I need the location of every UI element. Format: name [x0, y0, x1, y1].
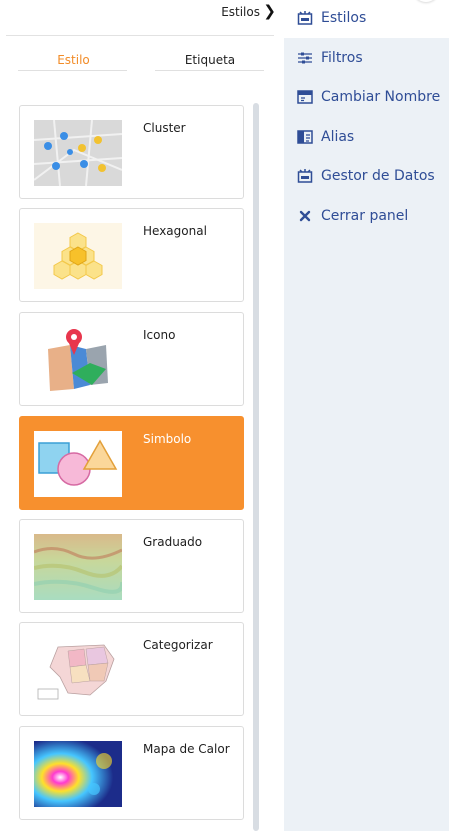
scrollbar[interactable] — [253, 103, 259, 831]
categorizar-thumbnail — [34, 637, 122, 703]
style-card-label: Simbolo — [143, 432, 192, 446]
menu-item-label: Gestor de Datos — [321, 168, 435, 184]
menu-item-label: Cerrar panel — [321, 208, 409, 224]
menu-item-gestor-de-datos[interactable]: Gestor de Datos — [297, 166, 435, 186]
style-card-cluster[interactable]: Cluster — [19, 105, 244, 199]
menu-item-label: Estilos — [321, 10, 367, 26]
menu-item-alias[interactable]: Alias — [297, 127, 354, 147]
icono-thumbnail — [34, 327, 122, 393]
tab-estilo-underline — [18, 70, 127, 71]
palette-icon — [297, 10, 313, 26]
close-icon — [297, 208, 313, 224]
tab-etiqueta[interactable]: Etiqueta — [156, 53, 264, 71]
menu-item-filtros[interactable]: Filtros — [297, 48, 363, 68]
simbolo-thumbnail — [34, 431, 122, 497]
breadcrumb-estilos[interactable]: Estilos — [221, 5, 260, 19]
chevron-right-icon[interactable]: ❯ — [263, 2, 276, 20]
style-card-categorizar[interactable]: Categorizar — [19, 622, 244, 716]
side-menu — [284, 0, 449, 831]
header-divider — [6, 35, 274, 36]
menu-item-estilos[interactable]: Estilos — [297, 8, 366, 28]
style-card-mapa-de-calor[interactable]: Mapa de Calor — [19, 726, 244, 820]
cluster-thumbnail — [34, 120, 122, 186]
styles-panel: Estilos ❯ Estilo Etiqueta Cluster Hexago… — [0, 0, 284, 831]
menu-item-label: Filtros — [321, 50, 363, 66]
menu-item-cerrar-panel[interactable]: Cerrar panel — [297, 206, 408, 226]
style-card-label: Icono — [143, 328, 176, 342]
style-card-label: Categorizar — [143, 638, 213, 652]
mapa-de-calor-thumbnail — [34, 741, 122, 807]
style-card-icono[interactable]: Icono — [19, 312, 244, 406]
graduado-thumbnail — [34, 534, 122, 600]
menu-item-cambiar-nombre[interactable]: Cambiar Nombre — [297, 87, 440, 107]
hexagonal-thumbnail — [34, 223, 122, 289]
style-card-label: Hexagonal — [143, 224, 207, 238]
menu-item-label: Alias — [321, 129, 355, 145]
style-card-simbolo[interactable]: Simbolo — [19, 416, 244, 510]
panel-header: Estilos ❯ — [0, 0, 284, 36]
tab-estilo[interactable]: Estilo — [20, 53, 127, 71]
alias-icon — [297, 129, 313, 145]
style-card-label: Mapa de Calor — [143, 742, 230, 756]
style-card-graduado[interactable]: Graduado — [19, 519, 244, 613]
data-manager-icon — [297, 168, 313, 184]
style-card-label: Cluster — [143, 121, 186, 135]
rename-icon — [297, 89, 313, 105]
sliders-icon — [297, 50, 313, 66]
tab-etiqueta-underline — [155, 70, 264, 71]
style-card-label: Graduado — [143, 535, 203, 549]
style-card-hexagonal[interactable]: Hexagonal — [19, 208, 244, 302]
menu-item-label: Cambiar Nombre — [321, 89, 441, 105]
